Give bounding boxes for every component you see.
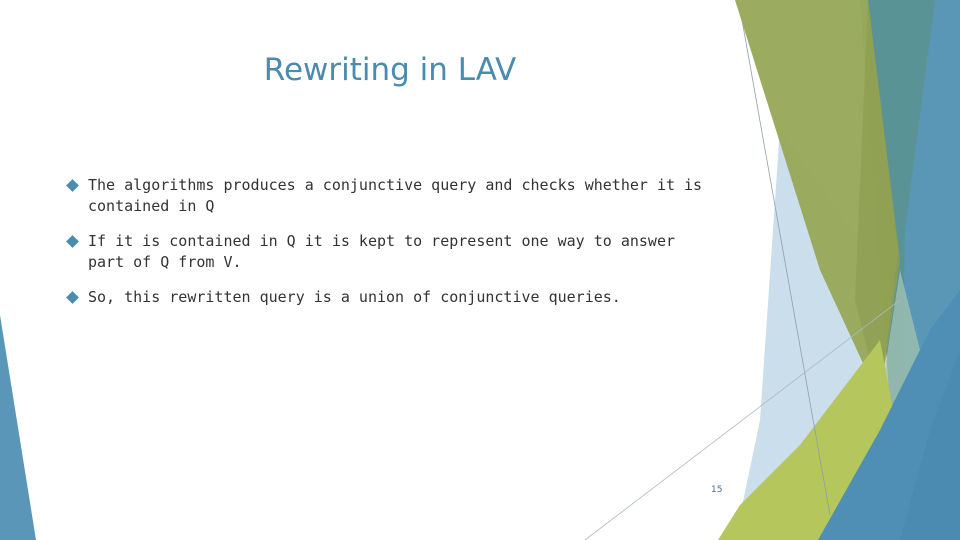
slide-title: Rewriting in LAV (263, 52, 517, 88)
slide-number: 15 (711, 485, 723, 495)
bullet-item: So, this rewritten query is a union of c… (66, 287, 718, 308)
bullet-text: If it is contained in Q it is kept to re… (88, 232, 675, 271)
left-accent-shape (0, 315, 36, 540)
bullet-text: The algorithms produces a conjunctive qu… (88, 176, 703, 215)
bullet-text: So, this rewritten query is a union of c… (88, 288, 621, 306)
bullet-list: The algorithms produces a conjunctive qu… (66, 175, 718, 322)
diamond-bullet-icon (66, 291, 79, 304)
diamond-bullet-icon (66, 235, 79, 248)
bullet-item: The algorithms produces a conjunctive qu… (66, 175, 718, 217)
bullet-item: If it is contained in Q it is kept to re… (66, 231, 718, 273)
diamond-bullet-icon (66, 179, 79, 192)
